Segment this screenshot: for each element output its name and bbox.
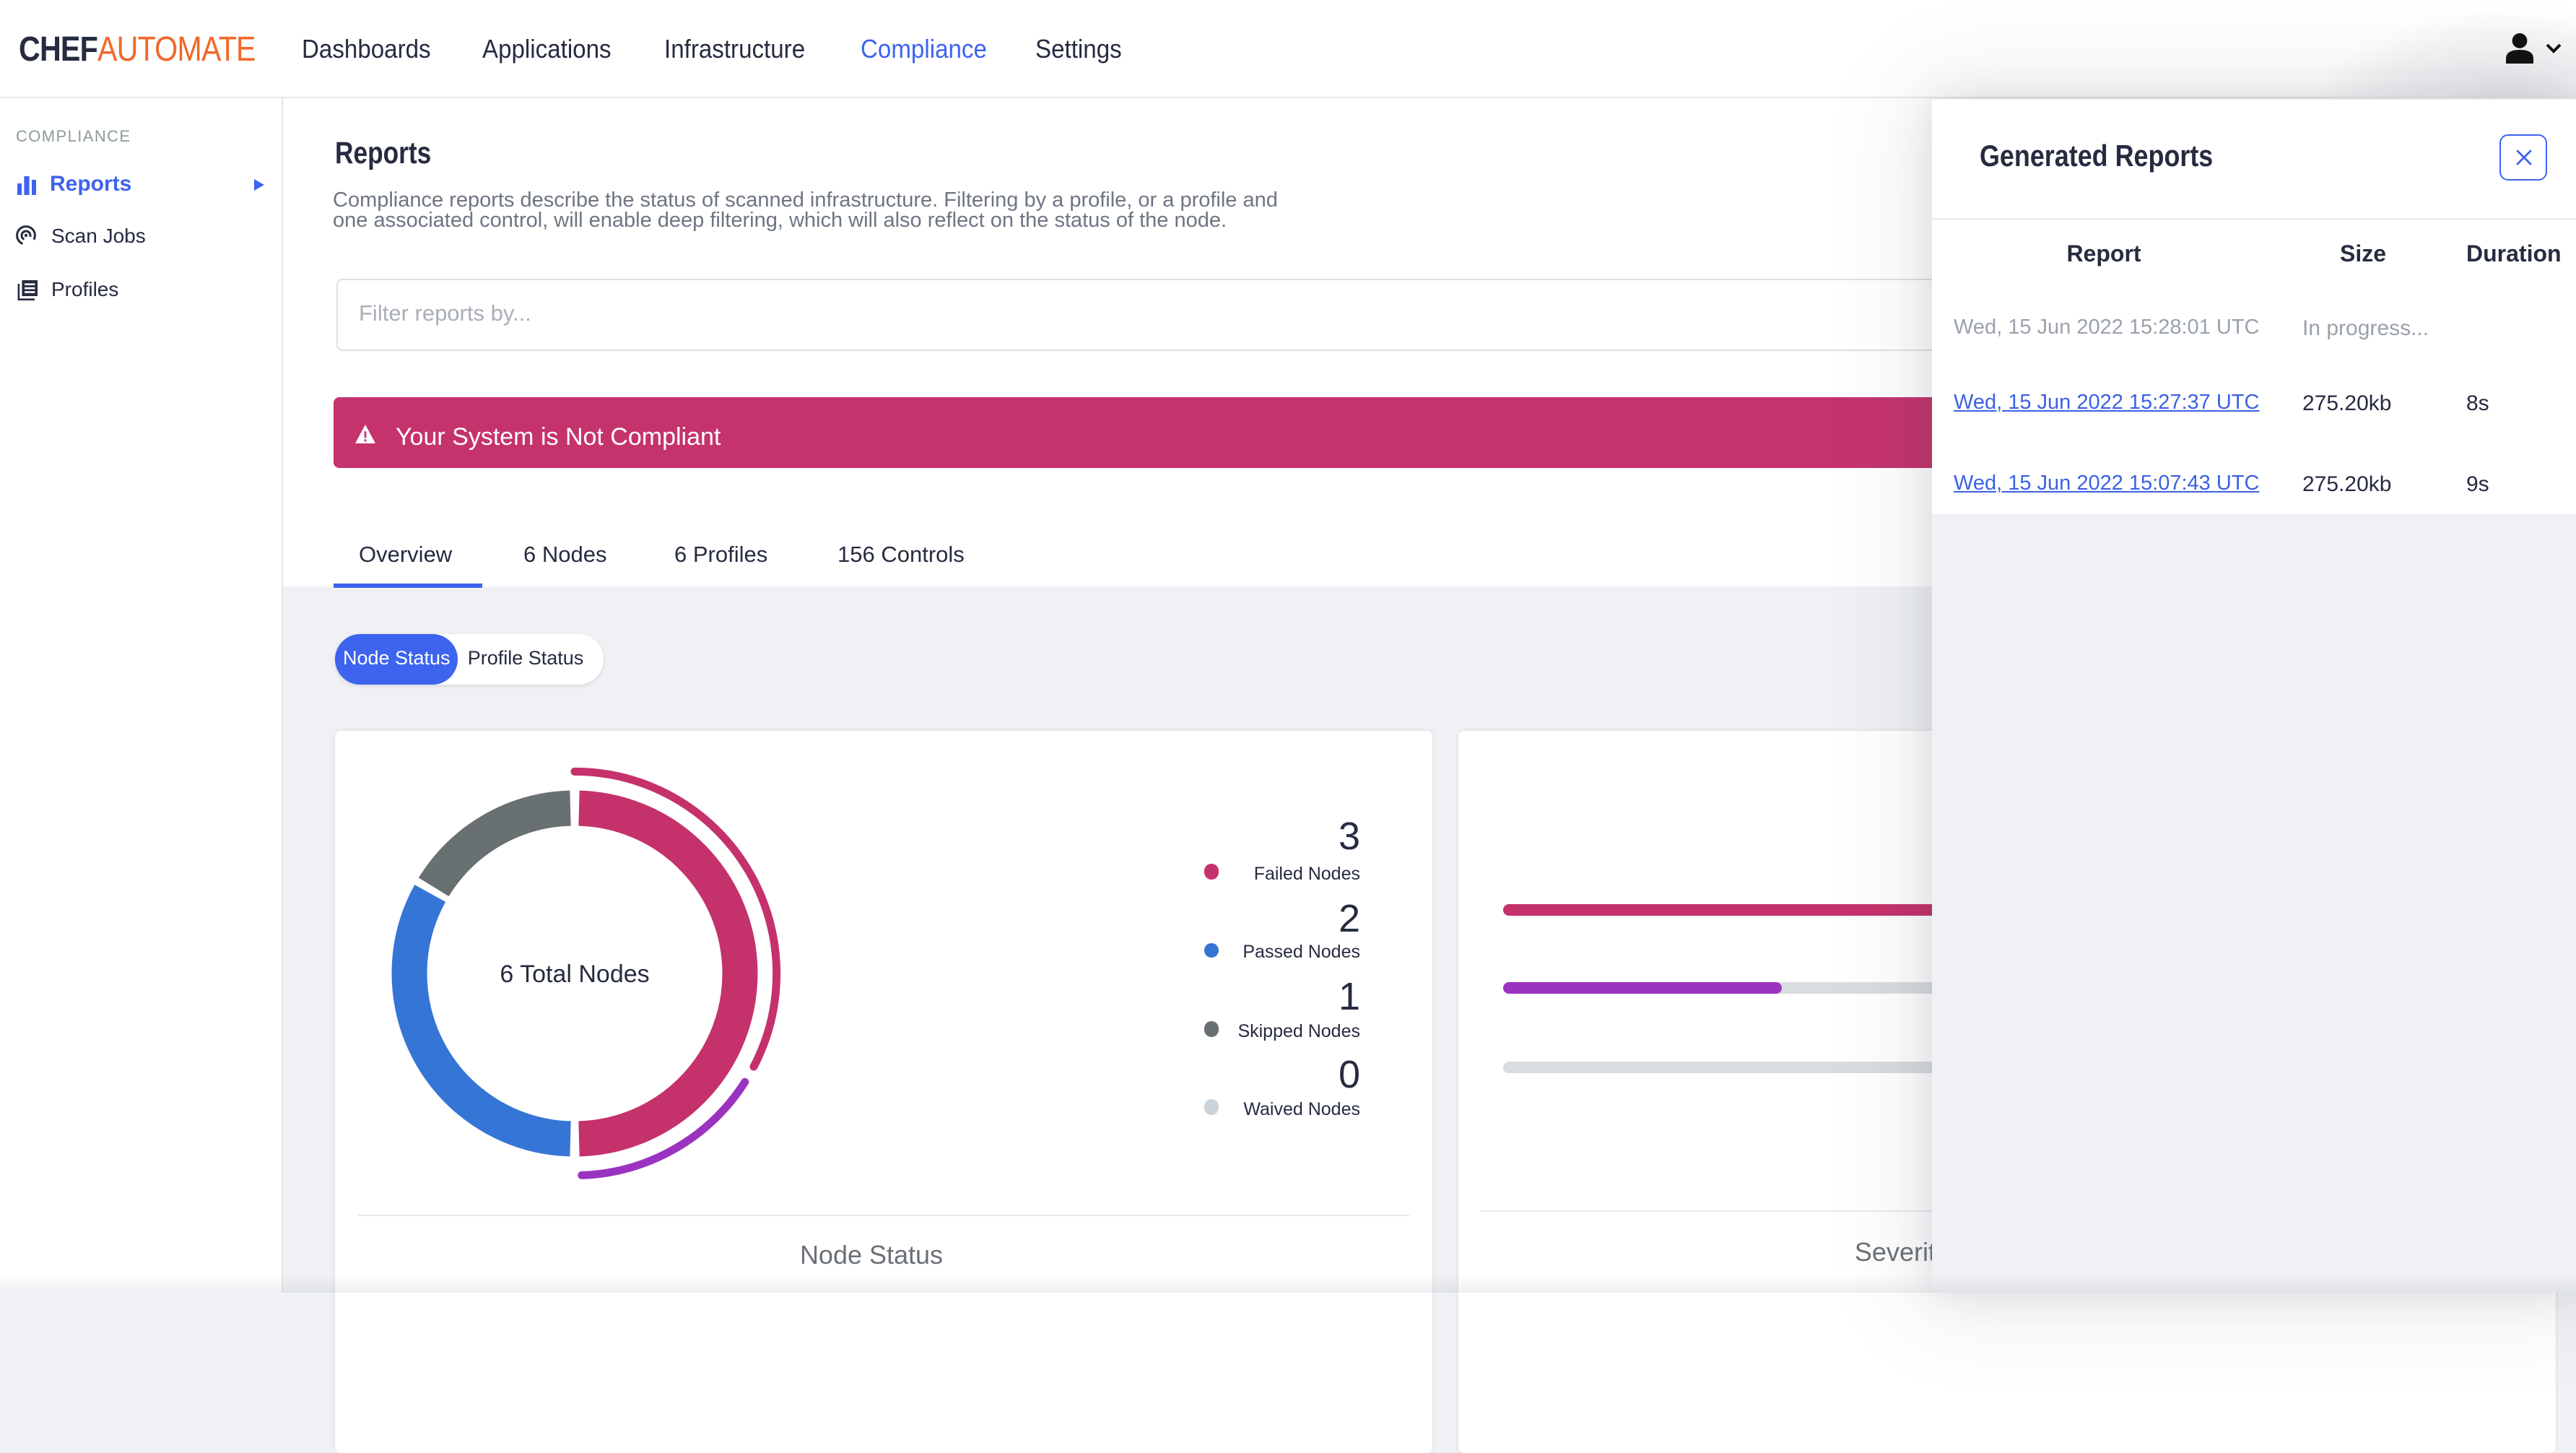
svg-text:6 Total Nodes: 6 Total Nodes: [500, 961, 650, 989]
